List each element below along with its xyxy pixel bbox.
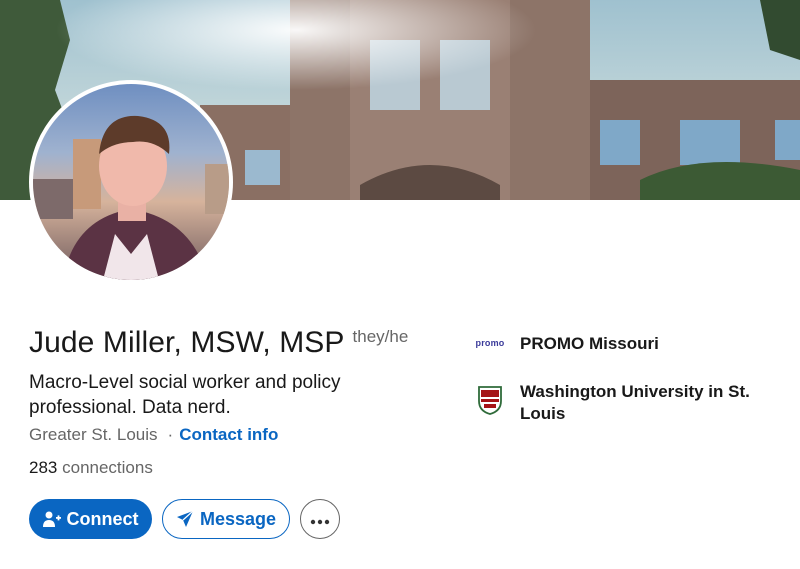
university-shield-logo xyxy=(472,381,508,415)
ellipsis-icon xyxy=(310,509,330,530)
promo-logo: promo xyxy=(472,333,508,348)
promo-logo-text: promo xyxy=(475,338,505,348)
message-button[interactable]: Message xyxy=(162,499,290,539)
contact-info-link[interactable]: Contact info xyxy=(179,425,278,445)
connections-label: connections xyxy=(62,458,153,477)
connect-button[interactable]: Connect xyxy=(29,499,152,539)
org-item-washu[interactable]: Washington University in St. Louis xyxy=(472,381,770,425)
org-name: Washington University in St. Louis xyxy=(520,382,750,423)
location-row: Greater St. Louis · Contact info xyxy=(29,425,278,445)
profile-headline: Macro-Level social worker and policy pro… xyxy=(29,372,341,418)
connections-link[interactable]: 283 connections xyxy=(29,458,153,478)
connections-count: 283 xyxy=(29,458,58,477)
more-actions-button[interactable] xyxy=(300,499,340,539)
connect-label: Connect xyxy=(66,508,139,529)
org-item-promo[interactable]: promo PROMO Missouri xyxy=(472,333,770,355)
separator-dot: · xyxy=(167,425,174,444)
add-person-icon xyxy=(42,510,61,528)
avatar xyxy=(33,84,229,280)
location-text: Greater St. Louis xyxy=(29,425,158,444)
pronouns: they/he xyxy=(352,327,409,346)
profile-photo[interactable] xyxy=(29,80,233,284)
message-label: Message xyxy=(199,508,277,529)
name-row: Jude Miller, MSW, MSP they/he xyxy=(29,326,408,360)
org-name: PROMO Missouri xyxy=(520,334,659,353)
profile-card: Jude Miller, MSW, MSP they/he Macro-Leve… xyxy=(0,0,800,569)
profile-name: Jude Miller, MSW, MSP xyxy=(29,326,345,359)
send-icon xyxy=(176,510,194,528)
